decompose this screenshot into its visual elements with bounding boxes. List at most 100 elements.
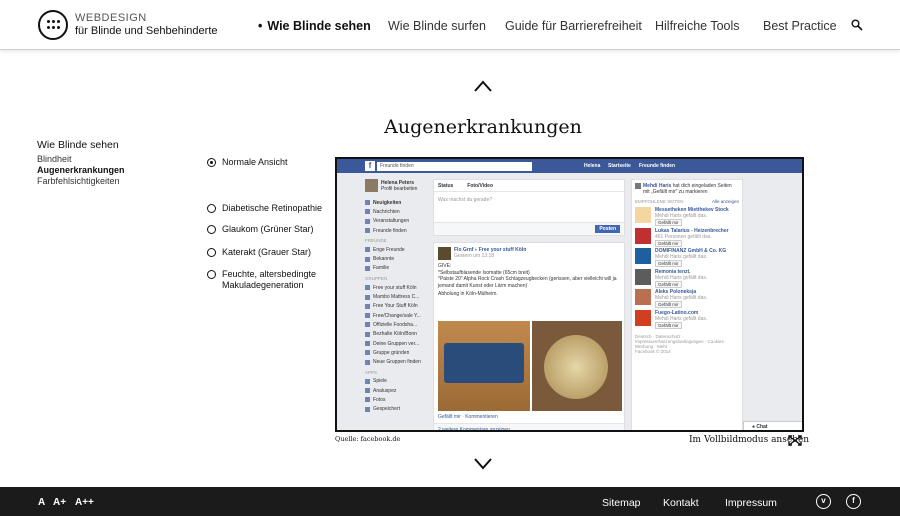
fb-feed: Status Foto/Video Was machst du gerade? … (433, 179, 625, 430)
fb-friends-header: FREUNDE (365, 238, 387, 244)
fb-post-time: Gestern um 13:18 (454, 253, 495, 259)
radio-icon (207, 270, 216, 279)
nav-guide-barrierefreiheit[interactable]: Guide für Barrierefreiheit (505, 19, 642, 33)
fb-composer-tab: Foto/Video (467, 183, 494, 189)
option-glaukom[interactable]: Glaukom (Grüner Star) (207, 224, 332, 235)
fb-nav-friends: Freunde finden (639, 163, 676, 169)
radio-selected-icon (207, 158, 216, 167)
radio-icon (207, 225, 216, 234)
fb-composer-tab: Status (438, 183, 454, 189)
image-source: Quelle: facebook.de (335, 435, 401, 443)
fb-left-item: Gespeichert (365, 405, 430, 414)
sidebar-item-farbfehlsichtigkeiten[interactable]: Farbfehlsichtigkeiten (37, 176, 125, 187)
fb-suggestion: Messetheken Mietthekev Stock Mehdi Haris … (635, 207, 739, 228)
fb-profile-name: Helena Peters (381, 179, 415, 186)
fb-suggestion: Remonia tenzt. Mehdi Haris gefällt das. Ge… (635, 268, 739, 290)
fb-composer-input: Was machst du gerade? (438, 197, 493, 203)
sidebar-item-blindheit[interactable]: Blindheit (37, 154, 125, 165)
fb-chat: ● Chat (743, 421, 802, 430)
logo-text[interactable]: WEBDESIGN für Blinde und Sehbehinderte (75, 12, 218, 38)
fb-nav-home: Startseite (608, 163, 631, 169)
fb-left-item: Familie (365, 264, 430, 273)
fb-post-comments: 2 weitere Kommentare anzeigen (434, 423, 624, 430)
fb-left-item: Free your stuff Köln (365, 283, 430, 292)
fb-suggested-header: EMPFOHLENE SEITEN (635, 199, 684, 204)
fb-left-item: Bezhalte Köln/Bonn (365, 330, 430, 339)
nav-hilfreiche-tools[interactable]: Hilfreiche Tools (655, 19, 740, 33)
option-label: Feuchte, altersbedingte Makuladegenerati… (222, 269, 317, 290)
option-label: Normale Ansicht (222, 157, 288, 167)
fb-search: Freunde finden (377, 161, 532, 171)
fb-right-card: Mehdi Haris hat dich eingeladen Seiten m… (631, 179, 743, 430)
fb-left-item: Deine Gruppen ver... (365, 339, 430, 348)
option-normale-ansicht[interactable]: Normale Ansicht (207, 157, 332, 168)
fb-left-item: Free Your Stuff Köln (365, 302, 430, 311)
fb-left-item: Nachrichten (365, 207, 430, 216)
vimeo-icon[interactable]: v (816, 494, 831, 509)
fb-post-avatar (438, 247, 451, 260)
logo-line2: für Blinde und Sehbehinderte (75, 25, 218, 37)
facebook-screenshot: f Freunde finden Helena Startseite Freun… (335, 157, 804, 432)
fb-left-item: Free/Change/sale Y... (365, 311, 430, 320)
fb-post-actions: Gefällt mir · Kommentieren (438, 414, 498, 420)
expand-arrows-icon[interactable] (788, 435, 802, 446)
fb-apps-header: APPS (365, 369, 378, 375)
nav-wie-blinde-sehen[interactable]: Wie Blinde sehen (258, 19, 370, 33)
fb-left-item: Gruppe gründen (365, 348, 430, 357)
fb-left-item: Mambo Mattress C... (365, 292, 430, 301)
sidebar-item-augenerkrankungen[interactable]: Augenerkrankungen (37, 165, 125, 176)
nav-wie-blinde-surfen[interactable]: Wie Blinde surfen (388, 19, 486, 33)
fb-profile: Helena Peters Profil bearbeiten (365, 179, 430, 192)
radio-icon (207, 248, 216, 257)
font-size-large[interactable]: A+ (53, 497, 66, 508)
fb-right-footer: Deutsch · Datenschutz · Impressum/Nutzun… (635, 334, 727, 349)
fb-left-item: Freunde finden (365, 226, 430, 235)
site-header: WEBDESIGN für Blinde und Sehbehinderte W… (0, 0, 900, 50)
fb-post-button: Posten (595, 225, 620, 233)
fb-post-image-mat (438, 321, 530, 411)
fb-suggestion: Aleks Poloneksja Mehdi Haris gefällt das.… (635, 289, 739, 310)
option-katerakt[interactable]: Katerakt (Grauer Star) (207, 247, 332, 258)
fb-left-column: Helena Peters Profil bearbeiten Neuigkei… (365, 179, 430, 414)
fb-left-item: Bekannte (365, 254, 430, 263)
fb-profile-edit: Profil bearbeiten (381, 185, 418, 192)
font-size-xlarge[interactable]: A++ (75, 497, 94, 508)
section-sidebar: Wie Blinde sehen Blindheit Augenerkranku… (37, 140, 125, 187)
font-size-normal[interactable]: A (38, 497, 45, 508)
option-label: Katerakt (Grauer Star) (222, 247, 312, 257)
radio-icon (207, 204, 216, 213)
fb-left-item: Neue Gruppen finden (365, 357, 430, 366)
fb-left-item: Enge Freunde (365, 245, 430, 254)
fb-left-item: Veranstaltungen (365, 217, 430, 226)
facebook-icon[interactable]: f (846, 494, 861, 509)
option-label: Diabetische Retinopathie (222, 203, 323, 213)
option-label: Glaukom (Grüner Star) (222, 224, 314, 234)
fb-topbar: f Freunde finden Helena Startseite Freun… (337, 159, 802, 173)
fb-avatar (365, 179, 378, 192)
option-makuladegeneration[interactable]: Feuchte, altersbedingte Makuladegenerati… (207, 269, 332, 291)
fb-left-item: Spiele (365, 377, 430, 386)
fb-nav-profile: Helena (584, 163, 601, 169)
page-title: Augenerkrankungen (384, 116, 582, 138)
fb-groups-header: GRUPPEN (365, 276, 388, 282)
fb-right-column: Mehdi Haris hat dich eingeladen Seiten m… (631, 179, 743, 430)
fb-post-text: GIVE: *Selbstaufblasende Isomatte (65cm … (438, 263, 617, 297)
footer-sitemap[interactable]: Sitemap (602, 497, 641, 509)
search-icon[interactable] (851, 19, 863, 31)
fb-suggestion: Fuego-Latino.com Mehdi Haris gefällt das.… (635, 309, 739, 331)
fb-logo-icon: f (365, 161, 375, 171)
logo-icon[interactable] (38, 10, 68, 40)
logo-line1: WEBDESIGN (75, 12, 147, 24)
option-diabetische-retinopathie[interactable]: Diabetische Retinopathie (207, 203, 332, 214)
fb-left-item: Analuspez (365, 386, 430, 395)
fb-left-item: Neuigkeiten (365, 198, 430, 207)
fb-composer: Status Foto/Video Was machst du gerade? … (433, 179, 625, 236)
chevron-up-icon[interactable] (474, 80, 492, 92)
nav-best-practice[interactable]: Best Practice (763, 19, 837, 33)
sidebar-section-title[interactable]: Wie Blinde sehen (37, 140, 125, 151)
chevron-down-icon[interactable] (474, 458, 492, 470)
fb-suggestion: Lukas Talarius - Heizenbrecher 461 Person… (635, 227, 739, 249)
footer-impressum[interactable]: Impressum (725, 497, 777, 509)
footer-kontakt[interactable]: Kontakt (663, 497, 699, 509)
site-footer: A A+ A++ Sitemap Kontakt Impressum v f (0, 487, 900, 516)
